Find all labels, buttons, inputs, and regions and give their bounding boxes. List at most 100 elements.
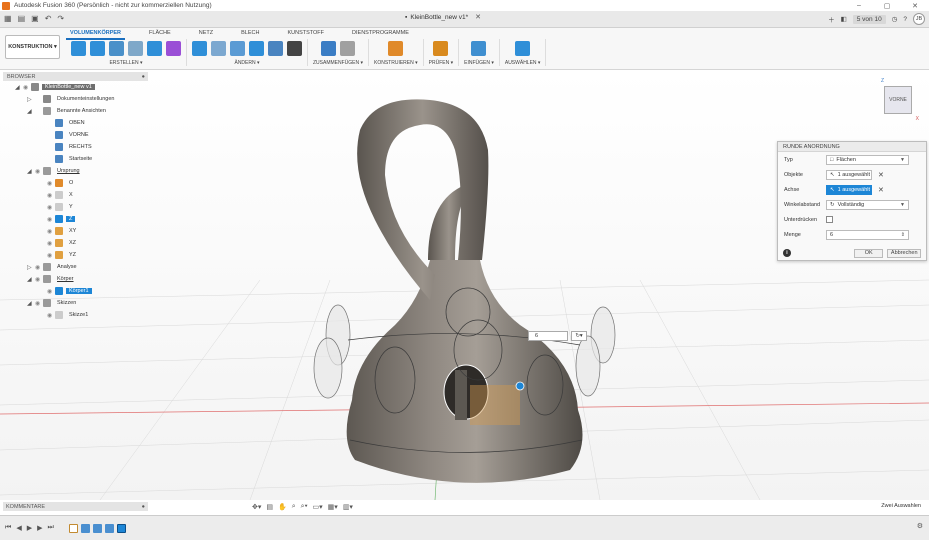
browser-tree-row[interactable]: ◉ XY <box>3 225 148 237</box>
timeline-pattern-item[interactable] <box>116 523 126 533</box>
visibility-eye-icon[interactable]: ◉ <box>47 216 55 223</box>
timeline-shell-item[interactable] <box>104 523 114 533</box>
viewports-icon[interactable]: ▥▾ <box>343 503 353 511</box>
timeline-sketch-item[interactable] <box>68 523 78 533</box>
go-to-start-icon[interactable]: ⏮ <box>5 524 11 532</box>
file-menu-icon[interactable]: ▤ <box>18 14 26 23</box>
visibility-eye-icon[interactable]: ◉ <box>47 192 55 199</box>
quantity-float-input[interactable]: 6 <box>528 331 568 341</box>
browser-tree-row[interactable]: ◢ ◉ Ursprung <box>3 165 148 177</box>
visibility-eye-icon[interactable]: ◉ <box>47 180 55 187</box>
visibility-eye-icon[interactable]: ◉ <box>47 312 55 319</box>
comments-toggle-icon[interactable]: ● <box>142 504 145 510</box>
aendern-tool-icon[interactable] <box>249 40 264 56</box>
timeline-extrude-item[interactable] <box>80 523 90 533</box>
workspace-switcher-button[interactable]: KONSTRUKTION ▾ <box>5 35 60 59</box>
display-settings-icon[interactable]: ▭▾ <box>313 503 323 511</box>
erstellen-tool-icon[interactable] <box>90 40 105 56</box>
tree-caret-icon[interactable]: ◢ <box>27 108 35 115</box>
ok-button[interactable]: OK <box>853 248 884 258</box>
objekte-selection[interactable]: ↖ 1 ausgewählt <box>826 169 872 180</box>
browser-tree-row[interactable]: ◉ O <box>3 177 148 189</box>
browser-tree-row[interactable]: ◉ Y <box>3 201 148 213</box>
browser-tree-row[interactable]: ◉ Körper1 <box>3 285 148 297</box>
unterdruecken-checkbox[interactable] <box>826 216 833 223</box>
zoom-window-icon[interactable]: ⌕▾ <box>301 503 308 511</box>
browser-tree-row[interactable]: ◢ ◉ KleinBottle_new v1 <box>3 81 148 93</box>
maximize-button[interactable]: ▢ <box>873 0 901 11</box>
spinner-icon[interactable]: ⇕ <box>901 232 905 238</box>
view-cube-face[interactable]: VORNE <box>884 86 912 114</box>
pan-icon[interactable]: ✋ <box>278 503 287 511</box>
tree-caret-icon[interactable]: ◢ <box>27 168 35 175</box>
visibility-eye-icon[interactable]: ◉ <box>47 252 55 259</box>
erstellen-tool-icon[interactable] <box>147 40 162 56</box>
orbit-icon[interactable]: ✥▾ <box>252 503 261 511</box>
redo-icon[interactable]: ↷ <box>57 14 64 23</box>
achse-selection[interactable]: ↖ 1 ausgewählt <box>826 184 872 195</box>
comments-bar[interactable]: KOMMENTARE ● <box>3 502 148 511</box>
erstellen-tool-icon[interactable] <box>128 40 143 56</box>
step-forward-icon[interactable]: ▶ <box>37 524 42 532</box>
browser-tree-row[interactable]: ▷ Dokumenteinstellungen <box>3 93 148 105</box>
browser-tree-row[interactable]: ◉ XZ <box>3 237 148 249</box>
browser-tree-row[interactable]: RECHTS <box>3 141 148 153</box>
tree-caret-icon[interactable]: ▷ <box>27 264 35 271</box>
extensions-icon[interactable]: ◧ <box>841 15 847 23</box>
erstellen-tool-icon[interactable] <box>166 40 181 56</box>
winkel-select[interactable]: ↻ Vollständig ▼ <box>826 199 909 210</box>
grid-menu-icon[interactable]: ▦ <box>4 14 12 23</box>
visibility-eye-icon[interactable]: ◉ <box>35 264 43 271</box>
view-cube[interactable]: Z VORNE X <box>879 78 919 122</box>
browser-tree-row[interactable]: Startseite <box>3 153 148 165</box>
timeline-sweep-item[interactable] <box>92 523 102 533</box>
erstellen-tool-icon[interactable] <box>71 40 86 56</box>
tree-caret-icon[interactable]: ◢ <box>27 300 35 307</box>
aendern-tool-icon[interactable] <box>268 40 283 56</box>
auswaehlen-tool-icon[interactable] <box>515 40 531 56</box>
browser-tree-row[interactable]: ◉ Skizze1 <box>3 309 148 321</box>
go-to-end-icon[interactable]: ⏭ <box>47 524 53 532</box>
zusammenfuegen-tool-icon[interactable] <box>340 40 355 56</box>
notifications-icon[interactable]: ◷ <box>892 15 898 23</box>
angle-type-dropdown[interactable]: ↻▾ <box>571 331 587 341</box>
tree-caret-icon[interactable]: ◢ <box>27 276 35 283</box>
aendern-tool-icon[interactable] <box>287 40 302 56</box>
konstruieren-tool-icon[interactable] <box>388 40 404 56</box>
minimize-button[interactable]: – <box>845 0 873 11</box>
save-icon[interactable]: ▣ <box>31 14 39 23</box>
info-icon[interactable]: i <box>783 249 791 257</box>
undo-icon[interactable]: ↶ <box>45 14 52 23</box>
tool-group-label[interactable]: AUSWÄHLEN ▾ <box>505 60 541 66</box>
visibility-eye-icon[interactable]: ◉ <box>47 228 55 235</box>
visibility-eye-icon[interactable]: ◉ <box>47 240 55 247</box>
browser-tree-row[interactable]: ◢ Benannte Ansichten <box>3 105 148 117</box>
tool-group-label[interactable]: KONSTRUIEREN ▾ <box>374 60 418 66</box>
browser-tree-row[interactable]: ◉ YZ <box>3 249 148 261</box>
visibility-eye-icon[interactable]: ◉ <box>23 84 31 91</box>
erstellen-tool-icon[interactable] <box>109 40 124 56</box>
tree-caret-icon[interactable]: ▷ <box>27 96 35 103</box>
document-tab[interactable]: ▪ KleinBottle_new v1* ✕ <box>405 13 481 22</box>
aendern-tool-icon[interactable] <box>230 40 245 56</box>
close-tab-icon[interactable]: ✕ <box>475 13 481 21</box>
add-tab-icon[interactable]: ＋ <box>828 14 835 24</box>
step-back-icon[interactable]: ◀ <box>16 524 21 532</box>
help-icon[interactable]: ? <box>903 16 907 23</box>
browser-tree-row[interactable]: ◢ ◉ Körper <box>3 273 148 285</box>
aendern-tool-icon[interactable] <box>192 40 207 56</box>
visibility-eye-icon[interactable]: ◉ <box>47 288 55 295</box>
tool-group-label[interactable]: ÄNDERN ▾ <box>234 60 259 66</box>
aendern-tool-icon[interactable] <box>211 40 226 56</box>
pruefen-tool-icon[interactable] <box>433 40 449 56</box>
browser-tree-row[interactable]: ◉ X <box>3 189 148 201</box>
browser-header[interactable]: BROWSER ● <box>3 72 148 81</box>
browser-tree-row[interactable]: ▷ ◉ Analyse <box>3 261 148 273</box>
zusammenfuegen-tool-icon[interactable] <box>321 40 336 56</box>
typ-select[interactable]: □ Flächen ▼ <box>826 154 909 165</box>
visibility-eye-icon[interactable]: ◉ <box>35 300 43 307</box>
tree-caret-icon[interactable]: ◢ <box>15 84 23 91</box>
browser-tree-row[interactable]: ◉ Z <box>3 213 148 225</box>
browser-tree-row[interactable]: VORNE <box>3 129 148 141</box>
einfuegen-tool-icon[interactable] <box>471 40 487 56</box>
